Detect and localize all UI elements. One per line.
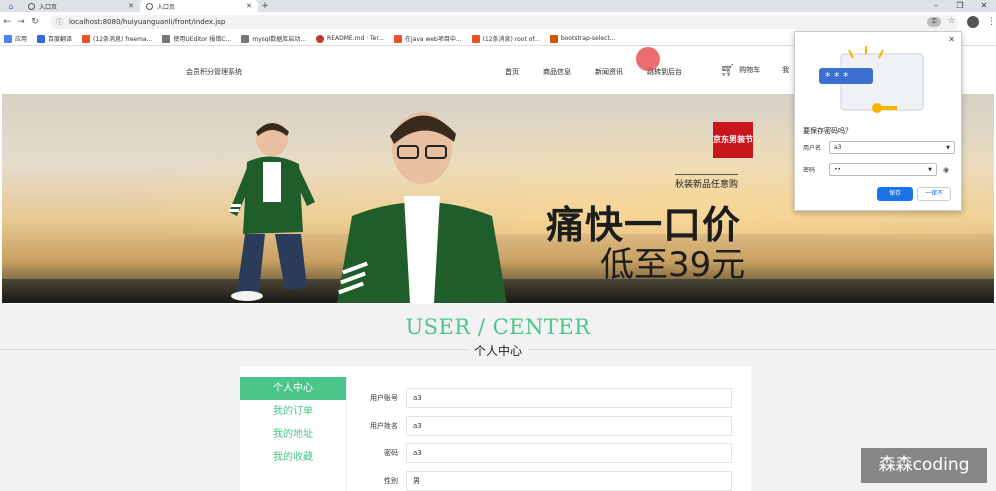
bookmark-favicon-icon <box>316 34 325 43</box>
menu-item-orders[interactable]: 我的订单 <box>240 400 346 423</box>
url-text: localhost:8080/huiyuanguanli/front/index… <box>68 18 226 26</box>
bookmark-favicon-icon <box>162 34 171 43</box>
brand-badge: 京东男装节 <box>713 122 753 158</box>
save-button[interactable]: 保存 <box>877 187 913 201</box>
globe-icon <box>28 2 35 10</box>
model-figure-left <box>229 123 315 301</box>
close-icon[interactable]: ✕ <box>948 35 955 44</box>
bookmark-item[interactable]: 应用 <box>4 34 27 43</box>
address-bar-row: ← → ↻ ⓘ localhost:8080/huiyuanguanli/fro… <box>0 12 996 32</box>
url-input[interactable]: ⓘ localhost:8080/huiyuanguanli/front/ind… <box>49 15 960 29</box>
username-label: 用户名 <box>803 145 822 152</box>
menu-item-profile[interactable]: 个人中心 <box>240 377 346 400</box>
tab-label: 入口页 <box>39 3 58 11</box>
new-tab-button[interactable]: + <box>258 0 272 12</box>
field-label: 用户姓名 <box>370 422 398 430</box>
panel-divider <box>346 377 347 491</box>
gender-input[interactable]: 男 <box>406 471 732 491</box>
bookmark-item[interactable]: mysql数据库启动... <box>241 34 306 43</box>
promo-tagline: 秋装新品任意购 <box>675 174 739 190</box>
password-input[interactable]: a3 <box>406 443 732 463</box>
dropdown-arrow-icon[interactable]: ▼ <box>928 167 932 173</box>
field-label: 性别 <box>384 477 398 485</box>
nav-partial[interactable]: 我 <box>782 65 789 75</box>
tab-label: 入口页 <box>157 3 176 11</box>
section-subtitle: 个人中心 <box>0 342 996 359</box>
bookmark-favicon-icon <box>393 34 402 43</box>
watermark: 森森coding <box>861 448 987 483</box>
back-icon[interactable]: ← <box>0 17 14 27</box>
cart-label: 购物车 <box>739 66 761 74</box>
dropdown-arrow-icon[interactable]: ▼ <box>946 145 950 151</box>
nav-products[interactable]: 商品信息 <box>543 67 571 77</box>
bookmark-star-icon[interactable]: ☆ <box>948 16 955 25</box>
eye-icon[interactable]: ◉ <box>943 166 949 174</box>
form-row-password: 密码 a3 <box>360 443 732 463</box>
field-label: 用户账号 <box>370 394 398 402</box>
key-icon[interactable]: ⚿ <box>927 17 942 27</box>
form-row-name: 用户姓名 a3 <box>360 416 732 436</box>
password-row: 密码 •• ▼ ◉ <box>803 163 949 176</box>
maximize-button[interactable]: ❐ <box>948 0 972 12</box>
save-password-dialog: ✕ * * * 要保存密码吗？ 用户名 a3 ▼ 密码 •• ▼ ◉ 保存 一律… <box>794 31 962 211</box>
window-controls: – ❐ ✕ <box>924 0 996 12</box>
minimize-button[interactable]: – <box>924 0 948 12</box>
home-icon[interactable]: ⌂ <box>0 0 22 12</box>
bookmark-item[interactable]: (12条消息) root of... <box>471 34 540 43</box>
cart-icon: 🛒︎ <box>720 63 736 77</box>
never-button[interactable]: 一律不 <box>917 187 951 201</box>
model-figure-right <box>337 112 507 303</box>
browser-tab-bar: ⌂ 入口页 ✕ 入口页 ✕ + – ❐ ✕ <box>0 0 996 12</box>
click-indicator <box>636 47 660 71</box>
dialog-title: 要保存密码吗？ <box>803 127 852 135</box>
nav-home[interactable]: 首页 <box>505 67 519 77</box>
menu-item-favorites[interactable]: 我的收藏 <box>240 446 346 469</box>
password-label: 密码 <box>803 167 816 174</box>
username-field[interactable]: a3 ▼ <box>829 141 955 154</box>
reload-icon[interactable]: ↻ <box>28 17 42 27</box>
password-art-text: * * * <box>825 70 849 83</box>
bookmark-favicon-icon <box>82 34 91 43</box>
bookmark-item[interactable]: (12条消息) freema... <box>82 34 152 43</box>
bookmark-favicon-icon <box>471 34 480 43</box>
bookmark-favicon-icon <box>241 34 250 43</box>
section-title: USER / CENTER <box>405 315 591 339</box>
forward-icon[interactable]: → <box>14 17 28 27</box>
account-input[interactable]: a3 <box>406 388 732 408</box>
close-tab-icon[interactable]: ✕ <box>128 2 134 10</box>
globe-icon <box>146 2 153 10</box>
field-label: 密码 <box>384 449 398 457</box>
close-tab-icon[interactable]: ✕ <box>246 2 252 10</box>
bookmark-item[interactable]: 使用UEditor 报错C... <box>162 34 231 43</box>
bookmark-favicon-icon <box>37 34 46 43</box>
bookmark-item[interactable]: README.md · Ter... <box>316 34 384 43</box>
menu-item-addresses[interactable]: 我的地址 <box>240 423 346 446</box>
user-side-menu: 个人中心 我的订单 我的地址 我的收藏 <box>240 377 346 469</box>
close-window-button[interactable]: ✕ <box>972 0 996 12</box>
apps-icon <box>4 34 12 43</box>
cart-link[interactable]: 🛒︎ 购物车 我 <box>720 63 789 77</box>
bookmark-item[interactable]: 百度翻译 <box>37 34 72 43</box>
nav-news[interactable]: 新闻资讯 <box>595 67 623 77</box>
username-row: 用户名 a3 ▼ <box>803 141 955 154</box>
name-input[interactable]: a3 <box>406 416 732 436</box>
site-nav: 首页 商品信息 新闻资讯 跳转到后台 <box>505 67 706 77</box>
password-illustration-icon: * * * <box>819 46 924 113</box>
site-title[interactable]: 会员积分管理系统 <box>186 67 242 77</box>
bookmark-item[interactable]: 在java web项目中... <box>393 34 462 43</box>
bookmark-favicon-icon <box>549 34 558 43</box>
browser-tab-1[interactable]: 入口页 ✕ <box>22 0 140 12</box>
menu-dots-icon[interactable]: ⋮ <box>987 17 996 27</box>
info-icon[interactable]: ⓘ <box>56 17 63 27</box>
form-row-gender: 性别 男 <box>360 471 732 491</box>
password-field[interactable]: •• ▼ <box>829 163 937 176</box>
bookmark-item[interactable]: bootstrap-select... <box>549 34 615 43</box>
browser-tab-2[interactable]: 入口页 ✕ <box>140 0 258 12</box>
profile-avatar-icon[interactable] <box>967 16 979 28</box>
form-row-account: 用户账号 a3 <box>360 388 732 408</box>
promo-price: 低至39元 <box>600 245 746 285</box>
